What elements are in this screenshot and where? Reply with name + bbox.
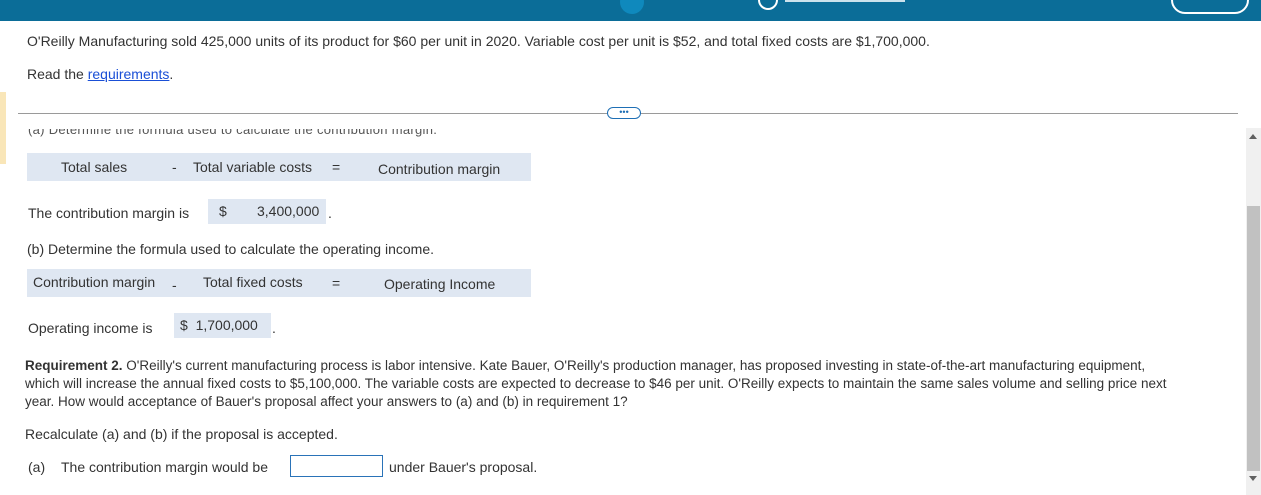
top-banner <box>0 0 1261 21</box>
status-dot-icon <box>620 0 644 14</box>
formula-b-result[interactable]: Operating Income <box>384 270 495 298</box>
formula-b-term1[interactable]: Contribution margin <box>33 268 155 296</box>
part-a-text: The contribution margin would be <box>61 459 269 475</box>
points-badge-icon <box>758 0 778 10</box>
recalc-instruction: Recalculate (a) and (b) if the proposal … <box>25 426 338 442</box>
scroll-down-icon[interactable] <box>1249 476 1257 481</box>
formula-b-op2: = <box>332 275 341 291</box>
scroll-up-icon[interactable] <box>1249 134 1257 139</box>
cm-currency: $ <box>219 203 227 219</box>
part-a-prefix: (a) <box>28 459 46 475</box>
cutoff-heading: (a) Determine the formula used to calcul… <box>28 129 458 140</box>
req2-line3: year. How would acceptance of Bauer's pr… <box>25 394 628 409</box>
req2-line1-text: O'Reilly's current manufacturing process… <box>122 358 1146 373</box>
part-b-heading: (b) Determine the formula used to calcul… <box>27 241 434 257</box>
oi-label: Operating income is <box>28 320 153 336</box>
cm-value: 3,400,000 <box>257 203 320 219</box>
read-requirements: Read the requirements. <box>27 66 173 82</box>
formula-a-term1[interactable]: Total sales <box>61 153 127 181</box>
formula-b-row: Contribution margin - Total fixed costs … <box>27 269 531 297</box>
formula-a-op1: - <box>172 159 177 175</box>
scroll-thumb[interactable] <box>1247 206 1260 471</box>
requirements-link[interactable]: requirements <box>88 66 170 82</box>
points-indicator <box>785 0 905 2</box>
req2-bold: Requirement 2. <box>25 358 123 373</box>
cm-answer-box[interactable]: $ 3,400,000 <box>208 199 326 224</box>
problem-intro: O'Reilly Manufacturing sold 425,000 unit… <box>27 33 930 49</box>
formula-a-result[interactable]: Contribution margin <box>378 155 500 183</box>
oi-period: . <box>272 320 276 336</box>
read-suffix: . <box>169 66 174 82</box>
expand-more-button[interactable]: ••• <box>607 107 641 119</box>
part-a-heading: (a) Determine the formula used to calcul… <box>28 129 438 137</box>
read-prefix: Read the <box>27 66 88 82</box>
formula-b-term2[interactable]: Total fixed costs <box>203 268 303 296</box>
formula-a-row: Total sales - Total variable costs = Con… <box>27 153 531 181</box>
oi-answer-box[interactable]: $ 1,700,000 <box>174 313 271 338</box>
header-pill-button[interactable] <box>1171 0 1249 14</box>
oi-value: $ 1,700,000 <box>180 317 258 333</box>
formula-b-op1: - <box>172 277 177 293</box>
formula-a-op2: = <box>332 159 341 175</box>
cm-period: . <box>328 205 332 221</box>
formula-a-term2[interactable]: Total variable costs <box>193 153 312 181</box>
vertical-scrollbar[interactable] <box>1246 128 1261 495</box>
req2-line2: which will increase the annual fixed cos… <box>25 376 1167 391</box>
question-marker <box>0 92 6 164</box>
cm-proposal-input[interactable] <box>290 455 383 477</box>
part-a-suffix: under Bauer's proposal. <box>389 459 538 475</box>
req2-line1: Requirement 2. O'Reilly's current manufa… <box>25 358 1145 373</box>
cm-label: The contribution margin is <box>28 205 190 221</box>
